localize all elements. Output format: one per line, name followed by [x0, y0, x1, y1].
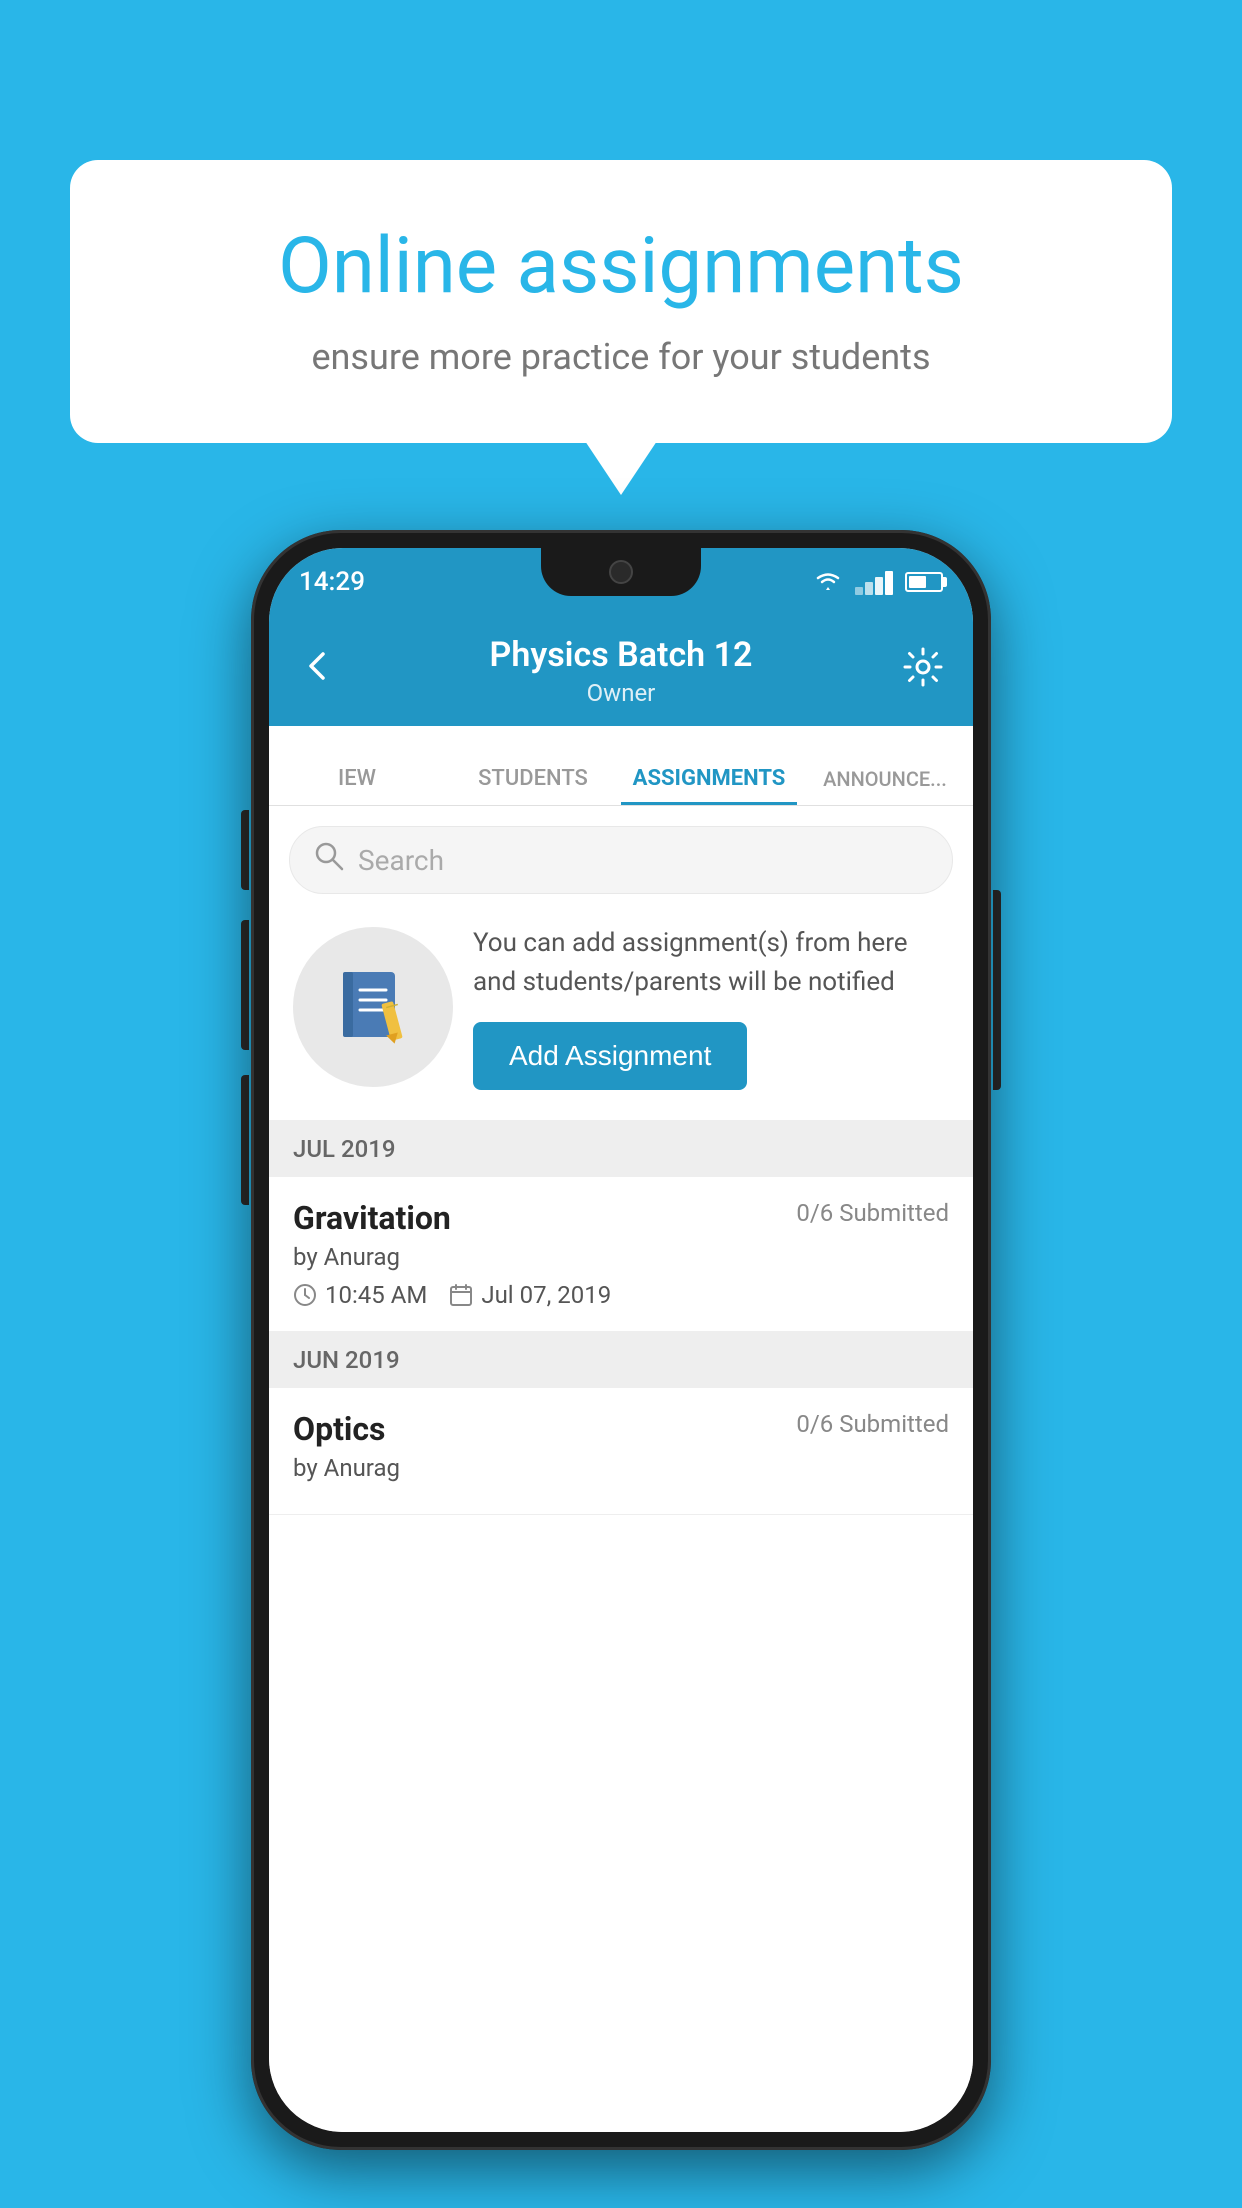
phone: 14:29 [251, 530, 991, 2150]
settings-button[interactable] [885, 645, 945, 698]
search-bar[interactable]: Search [289, 826, 953, 894]
assignment-by-gravitation: by Anurag [293, 1243, 949, 1271]
volume-down-button2[interactable] [241, 1075, 249, 1205]
assignment-row1-optics: Optics 0/6 Submitted [293, 1410, 949, 1448]
header-center: Physics Batch 12 Owner [357, 635, 885, 707]
tab-assignments[interactable]: ASSIGNMENTS [621, 766, 797, 805]
wifi-icon [813, 569, 843, 595]
assignment-optics[interactable]: Optics 0/6 Submitted by Anurag [269, 1388, 973, 1515]
speech-bubble-container: Online assignments ensure more practice … [70, 160, 1172, 443]
volume-up-button[interactable] [241, 810, 249, 890]
section-jul-2019: JUL 2019 [269, 1121, 973, 1177]
status-icons [813, 569, 943, 595]
clock-icon [293, 1283, 317, 1307]
search-placeholder: Search [358, 844, 444, 877]
assignment-submitted-gravitation: 0/6 Submitted [796, 1199, 949, 1227]
tab-iew[interactable]: IEW [269, 766, 445, 805]
tab-students[interactable]: STUDENTS [445, 766, 621, 805]
phone-screen: 14:29 [269, 548, 973, 2132]
assignment-meta-gravitation: 10:45 AM Jul 07, 2019 [293, 1281, 949, 1309]
meta-date: Jul 07, 2019 [449, 1281, 611, 1309]
assignment-name-optics: Optics [293, 1410, 385, 1448]
calendar-icon [449, 1283, 473, 1307]
speech-bubble-title: Online assignments [140, 220, 1102, 314]
notebook-icon [328, 962, 418, 1052]
meta-time: 10:45 AM [293, 1281, 427, 1309]
notch [541, 548, 701, 596]
content-area: Search [269, 806, 973, 2132]
assignment-gravitation[interactable]: Gravitation 0/6 Submitted by Anurag 10:4… [269, 1177, 973, 1332]
signal-icon [855, 569, 893, 595]
speech-bubble: Online assignments ensure more practice … [70, 160, 1172, 443]
speech-bubble-subtitle: ensure more practice for your students [140, 336, 1102, 378]
header-title: Physics Batch 12 [357, 635, 885, 675]
volume-down-button[interactable] [241, 920, 249, 1050]
tab-bar: IEW STUDENTS ASSIGNMENTS ANNOUNCE... [269, 726, 973, 806]
promo-text-area: You can add assignment(s) from here and … [473, 924, 949, 1090]
promo-icon-circle [293, 927, 453, 1087]
assignment-row1: Gravitation 0/6 Submitted [293, 1199, 949, 1237]
promo-block: You can add assignment(s) from here and … [269, 894, 973, 1121]
add-assignment-button[interactable]: Add Assignment [473, 1022, 747, 1090]
assignment-submitted-optics: 0/6 Submitted [796, 1410, 949, 1438]
app-header: Physics Batch 12 Owner [269, 616, 973, 726]
battery-fill [909, 576, 926, 588]
status-time: 14:29 [299, 567, 365, 597]
section-jul-label: JUL 2019 [293, 1135, 396, 1163]
assignment-date: Jul 07, 2019 [481, 1281, 611, 1309]
power-button[interactable] [993, 890, 1001, 1090]
battery-icon [905, 572, 943, 592]
front-camera [609, 560, 633, 584]
assignment-time: 10:45 AM [325, 1281, 427, 1309]
assignment-by-optics: by Anurag [293, 1454, 949, 1482]
section-jun-label: JUN 2019 [293, 1346, 400, 1374]
promo-description: You can add assignment(s) from here and … [473, 924, 949, 1002]
assignment-name-gravitation: Gravitation [293, 1199, 451, 1237]
back-button[interactable] [297, 646, 357, 696]
tab-announcements[interactable]: ANNOUNCE... [797, 767, 973, 805]
search-icon [314, 841, 344, 879]
header-subtitle: Owner [357, 679, 885, 707]
section-jun-2019: JUN 2019 [269, 1332, 973, 1388]
